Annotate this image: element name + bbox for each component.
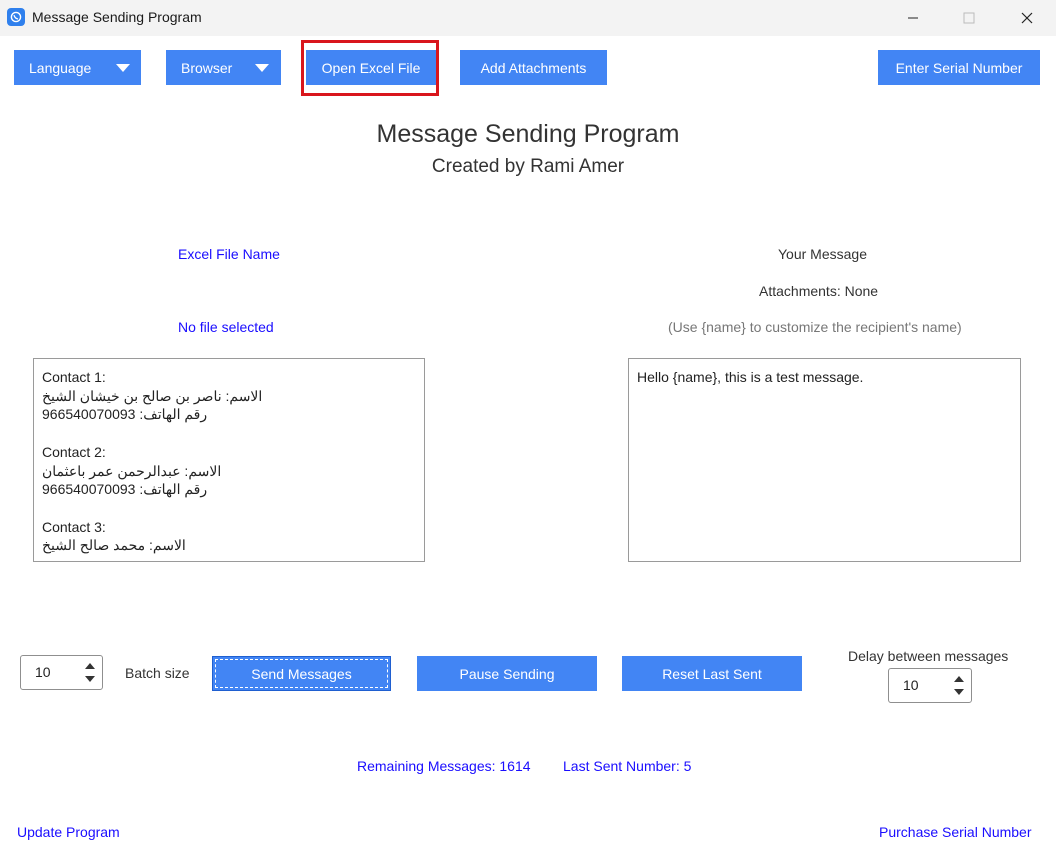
page-title: Message Sending Program — [376, 120, 680, 148]
delay-label: Delay between messages — [848, 648, 1009, 664]
name-hint: (Use {name} to customize the recipient's… — [668, 319, 962, 335]
contacts-list[interactable]: Contact 1: الاسم: ناصر بن صالح بن خيشان … — [33, 358, 425, 562]
contact-heading: Contact 3: — [42, 518, 106, 535]
chevron-down-icon — [116, 64, 130, 72]
batch-size-label: Batch size — [125, 665, 190, 681]
message-textarea[interactable]: Hello {name}, this is a test message. — [628, 358, 1021, 562]
excel-file-label: Excel File Name — [178, 246, 280, 262]
delay-stepper[interactable]: 10 — [888, 668, 972, 703]
delay-value: 10 — [903, 677, 919, 693]
page-subtitle: Created by Rami Amer — [431, 156, 625, 177]
batch-size-value: 10 — [35, 664, 51, 680]
minimize-button[interactable] — [890, 0, 936, 36]
stepper-arrows-icon[interactable] — [953, 675, 965, 697]
stepper-arrows-icon[interactable] — [84, 662, 96, 684]
message-text: Hello {name}, this is a test message. — [637, 369, 864, 385]
last-sent-number: Last Sent Number: 5 — [563, 758, 692, 774]
close-button[interactable] — [1004, 0, 1050, 36]
list-item: Contact 1: الاسم: ناصر بن صالح بن خيشان … — [42, 368, 416, 424]
attachments-status: Attachments: None — [759, 283, 879, 299]
title-bar: Message Sending Program — [0, 0, 1056, 36]
your-message-label: Your Message — [778, 246, 867, 262]
browser-label: Browser — [181, 59, 233, 76]
language-dropdown[interactable]: Language — [14, 50, 141, 85]
whatsapp-icon — [7, 8, 25, 26]
list-item: Contact 3: الاسم: محمد صالح الشيخ — [42, 518, 416, 555]
contact-phone: رقم الهاتف: 966540070093 — [42, 406, 208, 423]
update-program-link[interactable]: Update Program — [17, 824, 120, 840]
highlight-box — [301, 40, 439, 96]
maximize-button[interactable] — [946, 0, 992, 36]
enter-serial-button[interactable]: Enter Serial Number — [878, 50, 1040, 85]
contact-name: الاسم: ناصر بن صالح بن خيشان الشيخ — [42, 387, 263, 404]
batch-size-stepper[interactable]: 10 — [20, 655, 103, 690]
reset-last-sent-button[interactable]: Reset Last Sent — [622, 656, 802, 691]
contact-name: الاسم: محمد صالح الشيخ — [42, 537, 186, 554]
pause-sending-button[interactable]: Pause Sending — [417, 656, 597, 691]
remaining-messages: Remaining Messages: 1614 — [357, 758, 531, 774]
language-label: Language — [29, 59, 92, 76]
chevron-down-icon — [255, 64, 269, 72]
contact-heading: Contact 2: — [42, 443, 106, 460]
add-attachments-button[interactable]: Add Attachments — [460, 50, 607, 85]
contact-heading: Contact 1: — [42, 369, 106, 385]
list-item: Contact 2: الاسم: عبدالرحمن عمر باعثمان … — [42, 443, 416, 499]
browser-dropdown[interactable]: Browser — [166, 50, 281, 85]
contact-name: الاسم: عبدالرحمن عمر باعثمان — [42, 462, 222, 479]
contact-phone: رقم الهاتف: 966540070093 — [42, 481, 208, 498]
window-title: Message Sending Program — [32, 9, 202, 25]
file-status: No file selected — [178, 319, 274, 335]
purchase-serial-link[interactable]: Purchase Serial Number — [879, 824, 1032, 840]
send-messages-button[interactable]: Send Messages — [212, 656, 391, 691]
